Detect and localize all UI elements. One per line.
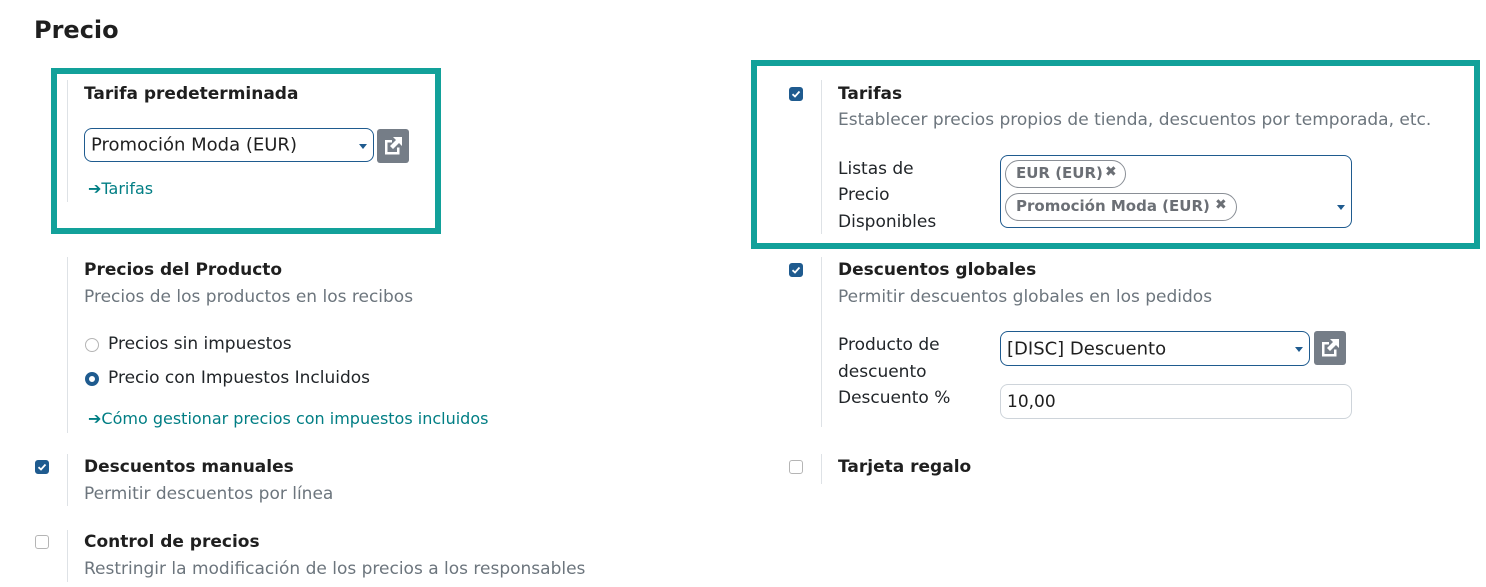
default-pricelist-value: Promoción Moda (EUR) <box>91 134 297 156</box>
gift-card-checkbox[interactable] <box>789 460 803 474</box>
pricelists-description: Establecer precios propios de tienda, de… <box>838 110 1432 130</box>
tax-included-help-link[interactable]: ➔Cómo gestionar precios con impuestos in… <box>88 409 488 428</box>
pricelists-checkbox[interactable] <box>789 87 803 101</box>
discount-product-value: [DISC] Descuento <box>1007 338 1167 359</box>
divider <box>821 454 822 484</box>
global-discounts-label: Descuentos globales <box>838 260 1037 280</box>
tarifas-link[interactable]: ➔Tarifas <box>88 179 153 198</box>
price-control-checkbox[interactable] <box>35 535 49 549</box>
remove-tag-icon[interactable]: ✖ <box>1105 164 1117 180</box>
default-pricelist-select[interactable]: Promoción Moda (EUR) <box>84 128 374 162</box>
gift-card-label: Tarjeta regalo <box>838 457 972 477</box>
global-discounts-description: Permitir descuentos globales en los pedi… <box>838 287 1213 307</box>
product-prices-description: Precios de los productos en los recibos <box>84 287 414 307</box>
available-pricelists-field[interactable]: EUR (EUR) ✖ Promoción Moda (EUR) ✖ <box>1000 155 1352 228</box>
check-icon <box>791 266 801 274</box>
manual-discounts-description: Permitir descuentos por línea <box>84 484 334 504</box>
default-pricelist-label: Tarifa predeterminada <box>84 84 299 104</box>
radio-label: Precio con Impuestos Incluidos <box>108 368 371 388</box>
pricelists-label: Tarifas <box>838 84 903 104</box>
available-pricelists-label-line: Precio <box>838 185 890 205</box>
price-control-description: Restringir la modificación de los precio… <box>84 559 586 579</box>
global-discounts-checkbox[interactable] <box>789 263 803 277</box>
remove-tag-icon[interactable]: ✖ <box>1215 197 1227 213</box>
discount-product-select[interactable]: [DISC] Descuento <box>1000 331 1310 366</box>
check-icon <box>791 90 801 98</box>
pricelist-tag-label: EUR (EUR) <box>1016 164 1103 182</box>
caret-down-icon <box>359 144 367 149</box>
tax-included-help-link-label: Cómo gestionar precios con impuestos inc… <box>101 409 489 428</box>
radio-prices-without-tax[interactable] <box>85 338 99 352</box>
external-link-icon <box>1322 339 1339 357</box>
arrow-right-icon: ➔ <box>88 179 102 198</box>
radio-prices-with-tax[interactable] <box>85 372 99 386</box>
caret-down-icon <box>1337 205 1345 210</box>
radio-label: Precios sin impuestos <box>108 334 292 354</box>
caret-down-icon <box>1295 347 1303 352</box>
discount-percent-label: Descuento % <box>838 388 951 408</box>
check-icon <box>37 463 47 471</box>
discount-product-label-line: Producto de <box>838 335 940 355</box>
pricelist-tag: Promoción Moda (EUR) ✖ <box>1005 193 1237 221</box>
divider <box>67 530 68 582</box>
divider <box>67 454 68 506</box>
arrow-right-icon: ➔ <box>88 409 102 428</box>
pricelist-tag-label: Promoción Moda (EUR) <box>1016 197 1210 215</box>
divider <box>821 257 822 427</box>
discount-product-label-line: descuento <box>838 362 927 382</box>
discount-percent-value: 10,00 <box>1007 391 1056 412</box>
discount-percent-input[interactable]: 10,00 <box>1000 384 1352 419</box>
manual-discounts-checkbox[interactable] <box>35 460 49 474</box>
price-control-label: Control de precios <box>84 532 260 552</box>
external-link-button[interactable] <box>377 129 409 163</box>
section-title: Precio <box>34 16 119 44</box>
external-link-icon <box>385 137 402 155</box>
product-prices-label: Precios del Producto <box>84 260 283 280</box>
manual-discounts-label: Descuentos manuales <box>84 457 294 477</box>
divider <box>67 257 68 433</box>
external-link-button[interactable] <box>1314 331 1346 365</box>
tarifas-link-label: Tarifas <box>101 179 154 198</box>
pricelist-tag: EUR (EUR) ✖ <box>1005 160 1126 188</box>
available-pricelists-label-line: Listas de <box>838 159 914 179</box>
available-pricelists-label-line: Disponibles <box>838 212 937 232</box>
